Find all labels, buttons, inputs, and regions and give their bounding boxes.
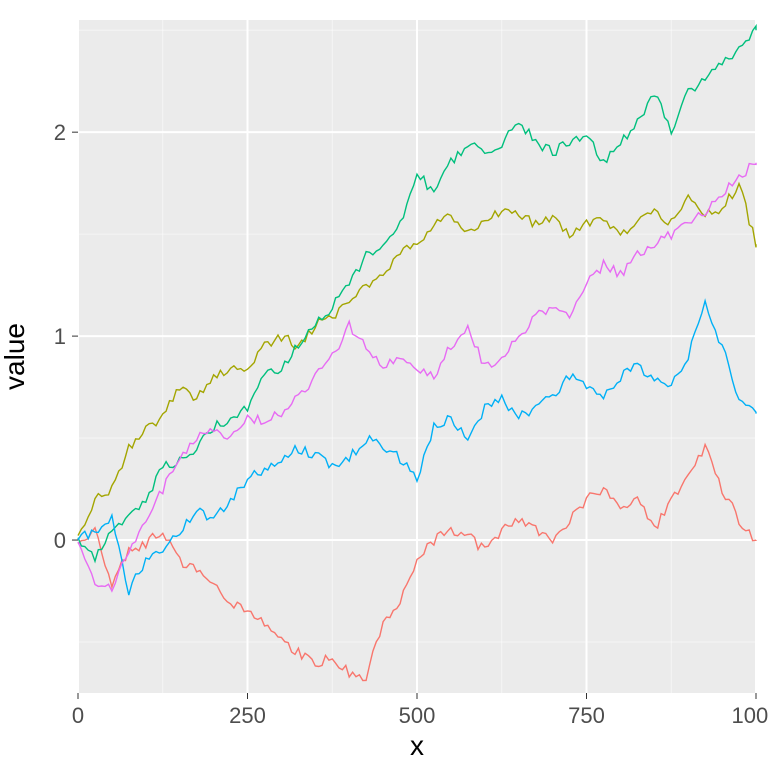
y-tick-label: 0 [54,528,66,553]
x-tick-label: 0 [72,703,84,728]
x-tick-label: 1000 [732,703,768,728]
line-chart: 0 250 500 750 1000 0 1 2 x value [0,0,768,768]
x-tick-label: 500 [399,703,436,728]
y-tick-label: 2 [54,120,66,145]
x-tick-label: 750 [568,703,605,728]
y-tick-label: 1 [54,324,66,349]
x-axis-title: x [410,730,424,761]
chart-container: 0 250 500 750 1000 0 1 2 x value [0,0,768,768]
y-axis-title: value [0,323,30,390]
x-tick-label: 250 [229,703,266,728]
